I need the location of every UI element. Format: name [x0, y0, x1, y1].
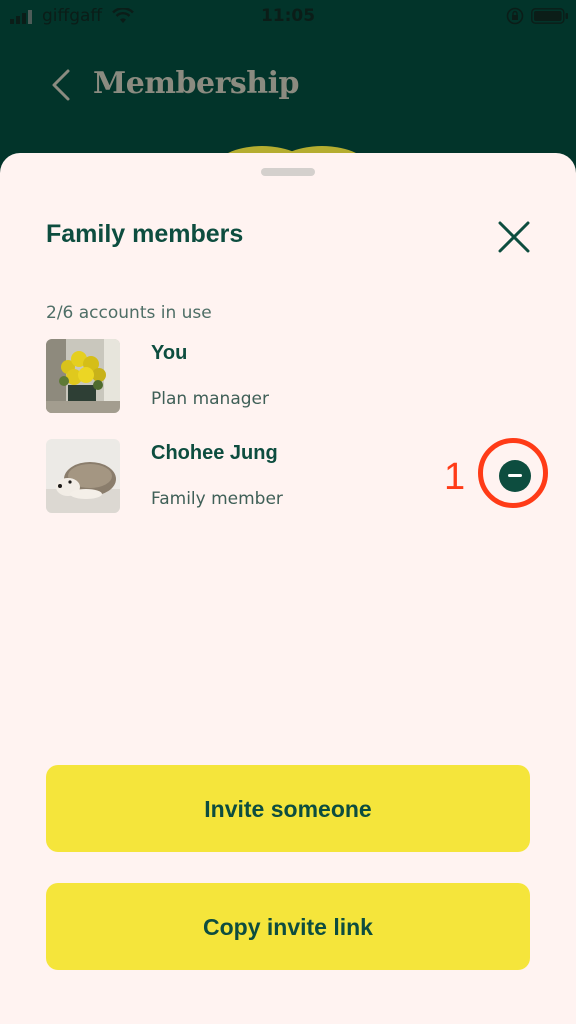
annotation-label: 1: [444, 456, 466, 498]
close-icon[interactable]: [494, 217, 534, 257]
orientation-lock-icon: [506, 7, 524, 25]
remove-member-button[interactable]: [499, 460, 531, 492]
member-row: You Plan manager: [46, 339, 556, 415]
screen-header: Membership: [0, 56, 576, 116]
accounts-in-use: 2/6 accounts in use: [46, 303, 212, 323]
member-role: Family member: [151, 489, 283, 509]
sheet-title: Family members: [46, 220, 244, 248]
invite-someone-button[interactable]: Invite someone: [46, 765, 530, 852]
avatar: [46, 439, 120, 513]
member-name: Chohee Jung: [151, 442, 278, 464]
member-role: Plan manager: [151, 389, 269, 409]
copy-invite-link-button[interactable]: Copy invite link: [46, 883, 530, 970]
avatar: [46, 339, 120, 413]
status-bar: giffgaff 11:05: [0, 0, 576, 34]
page-title: Membership: [93, 66, 299, 101]
sheet-grabber[interactable]: [261, 168, 315, 176]
back-chevron-icon[interactable]: [48, 68, 74, 102]
member-name: You: [151, 342, 188, 364]
status-time: 11:05: [260, 6, 316, 26]
battery-icon: [531, 8, 568, 24]
